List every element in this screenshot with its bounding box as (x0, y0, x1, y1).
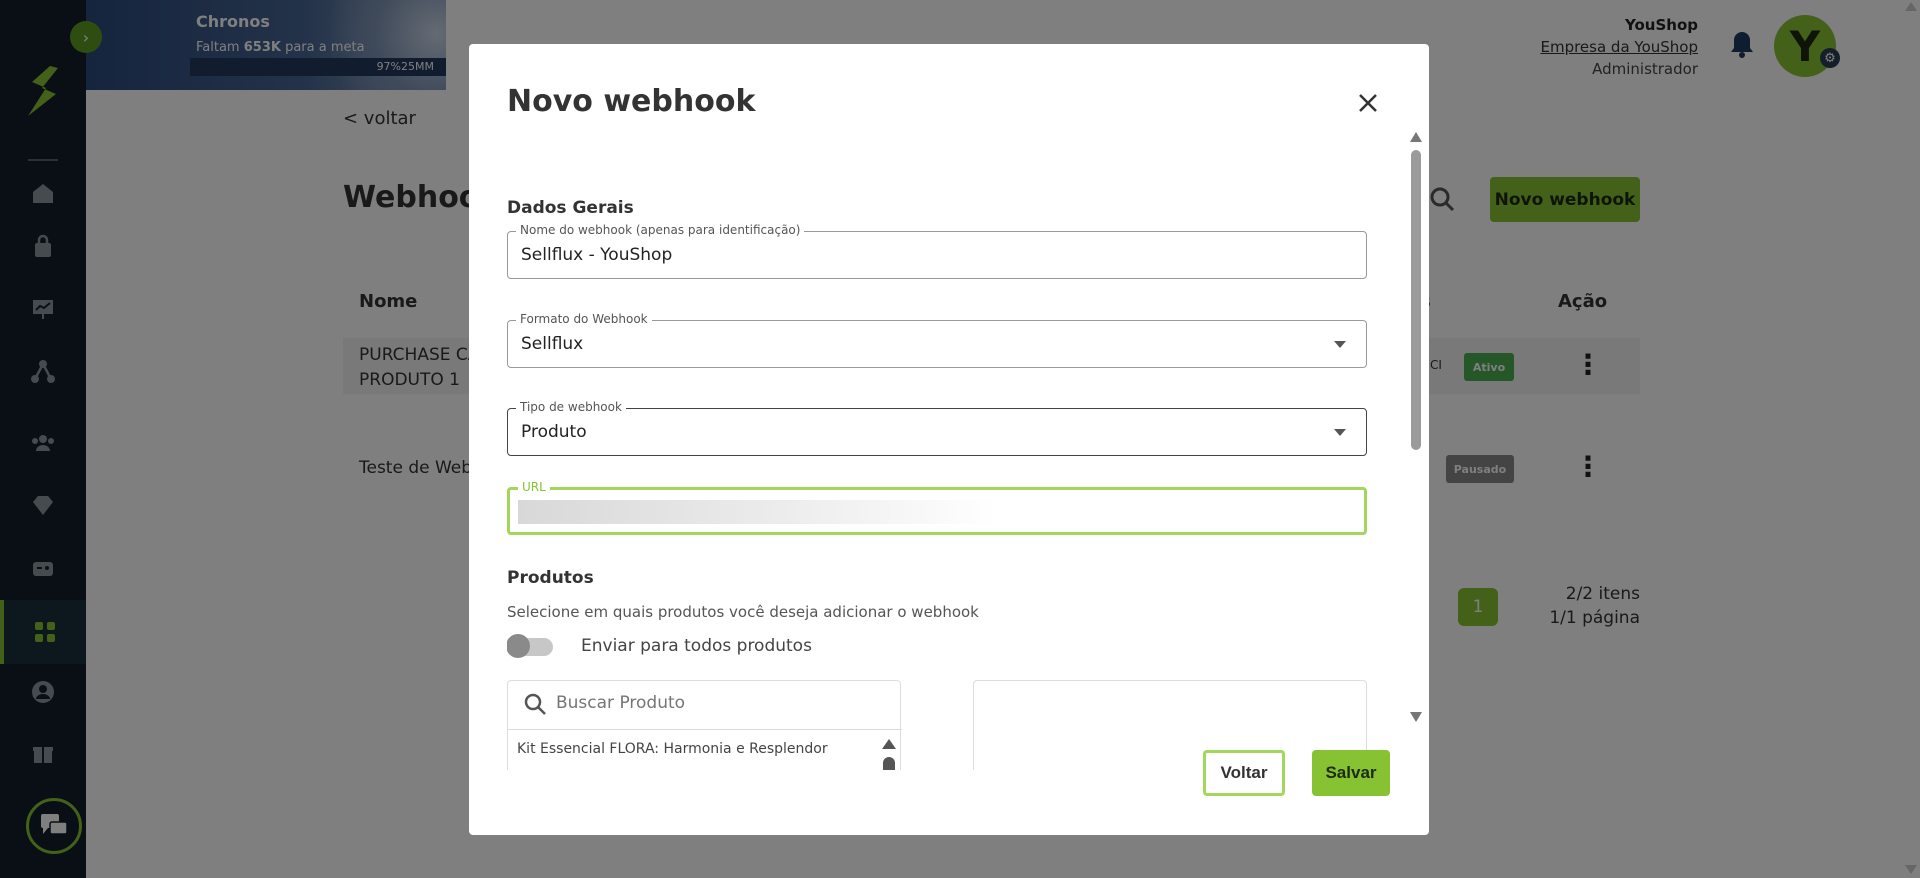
scroll-up-icon[interactable] (1905, 2, 1917, 11)
webhook-name-value: Sellflux - YouShop (521, 245, 673, 265)
new-webhook-modal: Novo webhook Dados Gerais Nome do webhoo… (469, 44, 1429, 835)
url-input[interactable]: URL (507, 480, 1367, 535)
divider (508, 729, 902, 730)
chevron-down-icon (1334, 429, 1346, 436)
products-description: Selecione em quais produtos você deseja … (507, 603, 979, 621)
chevron-down-icon (1334, 341, 1346, 348)
webhook-format-label: Formato do Webhook (516, 312, 652, 326)
webhook-type-label: Tipo de webhook (516, 400, 626, 414)
save-button[interactable]: Salvar (1312, 750, 1390, 796)
product-list: Kit Essencial FLORA: Harmonia e Resplend… (507, 680, 902, 770)
section-general-title: Dados Gerais (507, 198, 634, 218)
scroll-down-icon[interactable] (1905, 865, 1917, 874)
scroll-down-icon[interactable] (1410, 712, 1422, 722)
scrollbar-thumb[interactable] (1411, 150, 1421, 450)
modal-body: Dados Gerais Nome do webhook (apenas par… (507, 148, 1367, 770)
toggle-knob (507, 634, 530, 658)
webhook-format-value: Sellflux (521, 334, 584, 354)
scroll-up-icon[interactable] (1410, 132, 1422, 142)
modal-scrollbar[interactable] (1409, 132, 1423, 722)
url-value-redacted (518, 500, 998, 524)
modal-title: Novo webhook (507, 84, 756, 119)
selected-products-list (973, 680, 1367, 770)
scroll-up-icon[interactable] (882, 739, 896, 749)
product-search-input[interactable] (556, 693, 876, 713)
webhook-name-label: Nome do webhook (apenas para identificaç… (516, 223, 805, 237)
webhook-format-select[interactable]: Formato do Webhook Sellflux (507, 312, 1367, 368)
list-scrollbar[interactable] (883, 757, 895, 770)
webhook-type-select[interactable]: Tipo de webhook Produto (507, 400, 1367, 456)
send-all-label: Enviar para todos produtos (581, 636, 812, 656)
search-icon (524, 693, 546, 715)
webhook-type-value: Produto (521, 422, 587, 442)
section-products-title: Produtos (507, 568, 594, 588)
webhook-name-field[interactable]: Nome do webhook (apenas para identificaç… (507, 223, 1367, 279)
page-scrollbar[interactable] (1904, 0, 1918, 878)
send-all-toggle[interactable] (507, 634, 553, 658)
close-icon[interactable] (1353, 88, 1383, 118)
list-item[interactable]: Kit Essencial FLORA: Harmonia e Resplend… (517, 741, 828, 757)
url-label: URL (518, 480, 550, 494)
back-button[interactable]: Voltar (1203, 750, 1285, 796)
